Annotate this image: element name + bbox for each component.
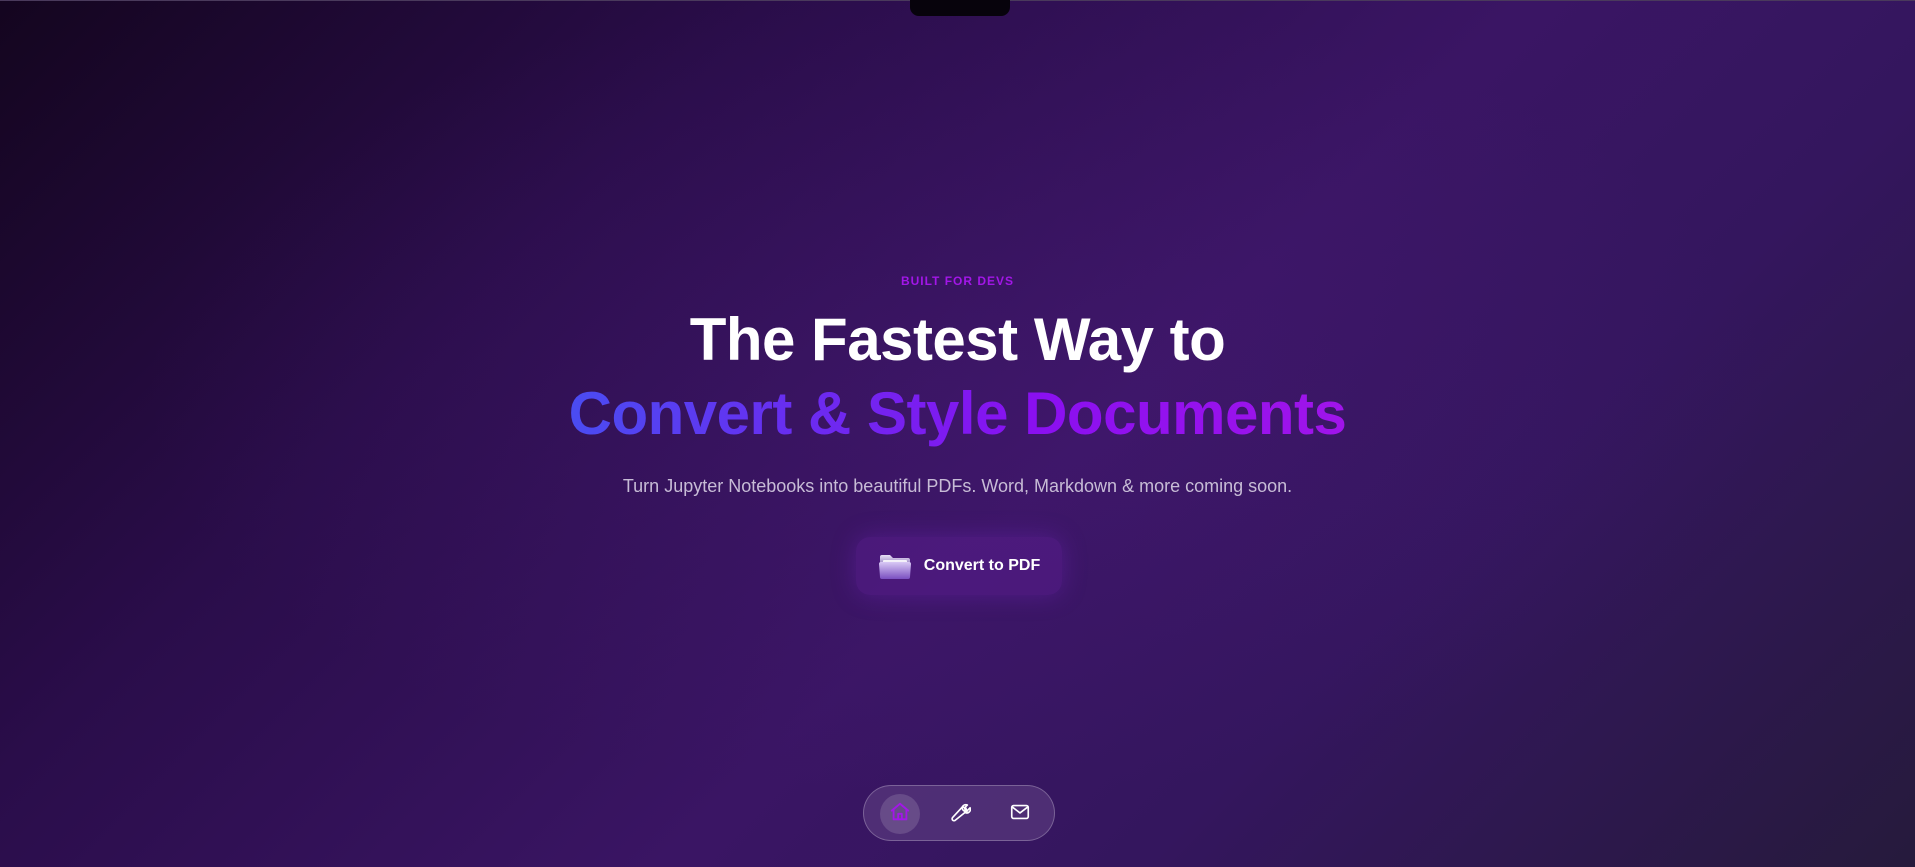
mail-icon [1009,801,1031,828]
convert-to-pdf-button[interactable]: Convert to PDF [856,537,1062,595]
wrench-icon [949,801,972,828]
folder-icon [878,552,912,580]
dock-contact-button[interactable] [1000,794,1040,834]
eyebrow-label: BUILT FOR DEVS [900,274,1015,288]
dock-tools-button[interactable] [940,794,980,834]
bottom-dock-nav [863,785,1055,841]
headline-secondary: Convert & Style Documents [0,378,1915,450]
headline-primary: The Fastest Way to [689,306,1226,373]
headline-gradient-text: Convert & Style Documents [568,380,1347,447]
dock-home-button[interactable] [880,794,920,834]
hero-subtitle: Turn Jupyter Notebooks into beautiful PD… [622,476,1293,496]
convert-button-label: Convert to PDF [923,557,1041,574]
home-icon [889,801,911,828]
camera-notch [910,0,1010,16]
